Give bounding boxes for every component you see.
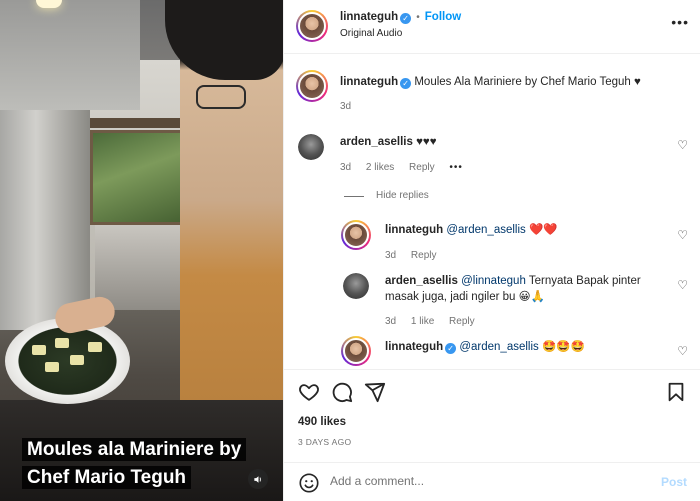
comment-text: ♥♥♥ xyxy=(416,136,437,148)
post-panel: linnateguh ✓ • Follow Original Audio ••• … xyxy=(283,0,700,501)
post-actions: 490 likes 3 DAYS AGO xyxy=(284,369,700,464)
header-username[interactable]: linnateguh xyxy=(340,11,398,23)
post-header: linnateguh ✓ • Follow Original Audio ••• xyxy=(284,0,700,54)
video-caption: Moules ala Mariniere by Chef Mario Teguh xyxy=(22,436,262,492)
hide-replies-divider xyxy=(344,196,364,197)
reply-text-line2: masak juga, jadi ngiler bu 😀🙏 xyxy=(385,291,545,303)
header-separator: • xyxy=(416,12,420,23)
caption-text: Moules Ala Mariniere by Chef Mario Teguh… xyxy=(414,76,641,88)
share-send-icon[interactable] xyxy=(364,381,386,403)
speaker-icon[interactable] xyxy=(248,469,268,489)
comment-time: 3d xyxy=(340,162,352,173)
reply-text: ❤️❤️ xyxy=(529,224,558,236)
audio-label[interactable]: Original Audio xyxy=(340,28,402,39)
list-item: arden_asellis ♥♥♥ xyxy=(340,134,437,150)
like-heart-icon[interactable]: ♡ xyxy=(677,278,688,292)
video-frame-food xyxy=(70,355,84,365)
like-heart-icon[interactable]: ♡ xyxy=(677,138,688,152)
more-horizontal-icon[interactable]: ••• xyxy=(671,14,689,30)
comment-likes[interactable]: 2 likes xyxy=(366,162,394,173)
follow-button[interactable]: Follow xyxy=(425,11,461,23)
video-player[interactable]: Moules ala Mariniere by Chef Mario Teguh xyxy=(0,0,283,501)
video-frame-light xyxy=(36,0,62,8)
verified-badge-icon: ✓ xyxy=(445,343,457,354)
comment-avatar[interactable] xyxy=(298,134,324,160)
comment-options-icon[interactable]: ••• xyxy=(449,162,463,173)
list-item: linnateguh ✓ @arden_asellis 🤩🤩🤩 xyxy=(385,339,585,355)
list-item: linnateguh @arden_asellis ❤️❤️ xyxy=(385,222,558,238)
video-frame-food xyxy=(88,342,102,352)
emoji-icon[interactable] xyxy=(298,472,320,494)
like-heart-icon[interactable]: ♡ xyxy=(677,228,688,242)
reply-avatar[interactable] xyxy=(341,336,371,366)
comment-bubble-icon[interactable] xyxy=(331,381,353,403)
add-comment-bar: Post xyxy=(284,462,700,501)
reply-avatar[interactable] xyxy=(343,273,369,299)
post-button[interactable]: Post xyxy=(661,475,687,489)
verified-badge-icon: ✓ xyxy=(400,78,412,89)
caption-username[interactable]: linnateguh xyxy=(340,76,398,88)
reply-time: 3d xyxy=(385,316,397,327)
video-frame-food xyxy=(55,338,69,348)
comment-username[interactable]: arden_asellis xyxy=(340,136,413,148)
reply-mention[interactable]: @linnateguh xyxy=(461,275,526,287)
reply-username[interactable]: linnateguh xyxy=(385,341,443,353)
post-date: 3 DAYS AGO xyxy=(298,437,352,447)
reply-mention[interactable]: @arden_asellis xyxy=(459,341,538,353)
video-frame-glasses xyxy=(196,85,246,109)
reply-avatar[interactable] xyxy=(341,220,371,250)
verified-badge-icon: ✓ xyxy=(400,13,412,24)
like-heart-icon[interactable]: ♡ xyxy=(677,344,688,358)
like-count[interactable]: 490 likes xyxy=(298,416,346,428)
video-caption-line2: Chef Mario Teguh xyxy=(22,466,192,489)
reply-username[interactable]: arden_asellis xyxy=(385,275,458,287)
video-frame-food xyxy=(45,362,59,372)
reply-button[interactable]: Reply xyxy=(449,316,475,327)
reply-likes[interactable]: 1 like xyxy=(411,316,434,327)
reply-text: 🤩🤩🤩 xyxy=(542,341,585,353)
reply-button[interactable]: Reply xyxy=(409,162,435,173)
caption-avatar[interactable] xyxy=(296,70,328,102)
caption-time: 3d xyxy=(340,101,352,112)
comment-input[interactable] xyxy=(330,474,630,488)
video-frame-food xyxy=(32,345,46,355)
reply-time: 3d xyxy=(385,250,397,261)
reply-username[interactable]: linnateguh xyxy=(385,224,443,236)
reply-button[interactable]: Reply xyxy=(411,250,437,261)
heart-icon[interactable] xyxy=(298,381,320,403)
reply-mention[interactable]: @arden_asellis xyxy=(446,224,525,236)
avatar[interactable] xyxy=(296,10,328,42)
list-item: arden_asellis @linnateguh Ternyata Bapak… xyxy=(385,273,641,289)
hide-replies-button[interactable]: Hide replies xyxy=(376,190,429,201)
reply-text-line1: Ternyata Bapak pinter xyxy=(528,275,641,287)
video-caption-line1: Moules ala Mariniere by xyxy=(22,438,247,461)
video-frame-hood xyxy=(0,0,140,110)
bookmark-icon[interactable] xyxy=(665,381,687,403)
